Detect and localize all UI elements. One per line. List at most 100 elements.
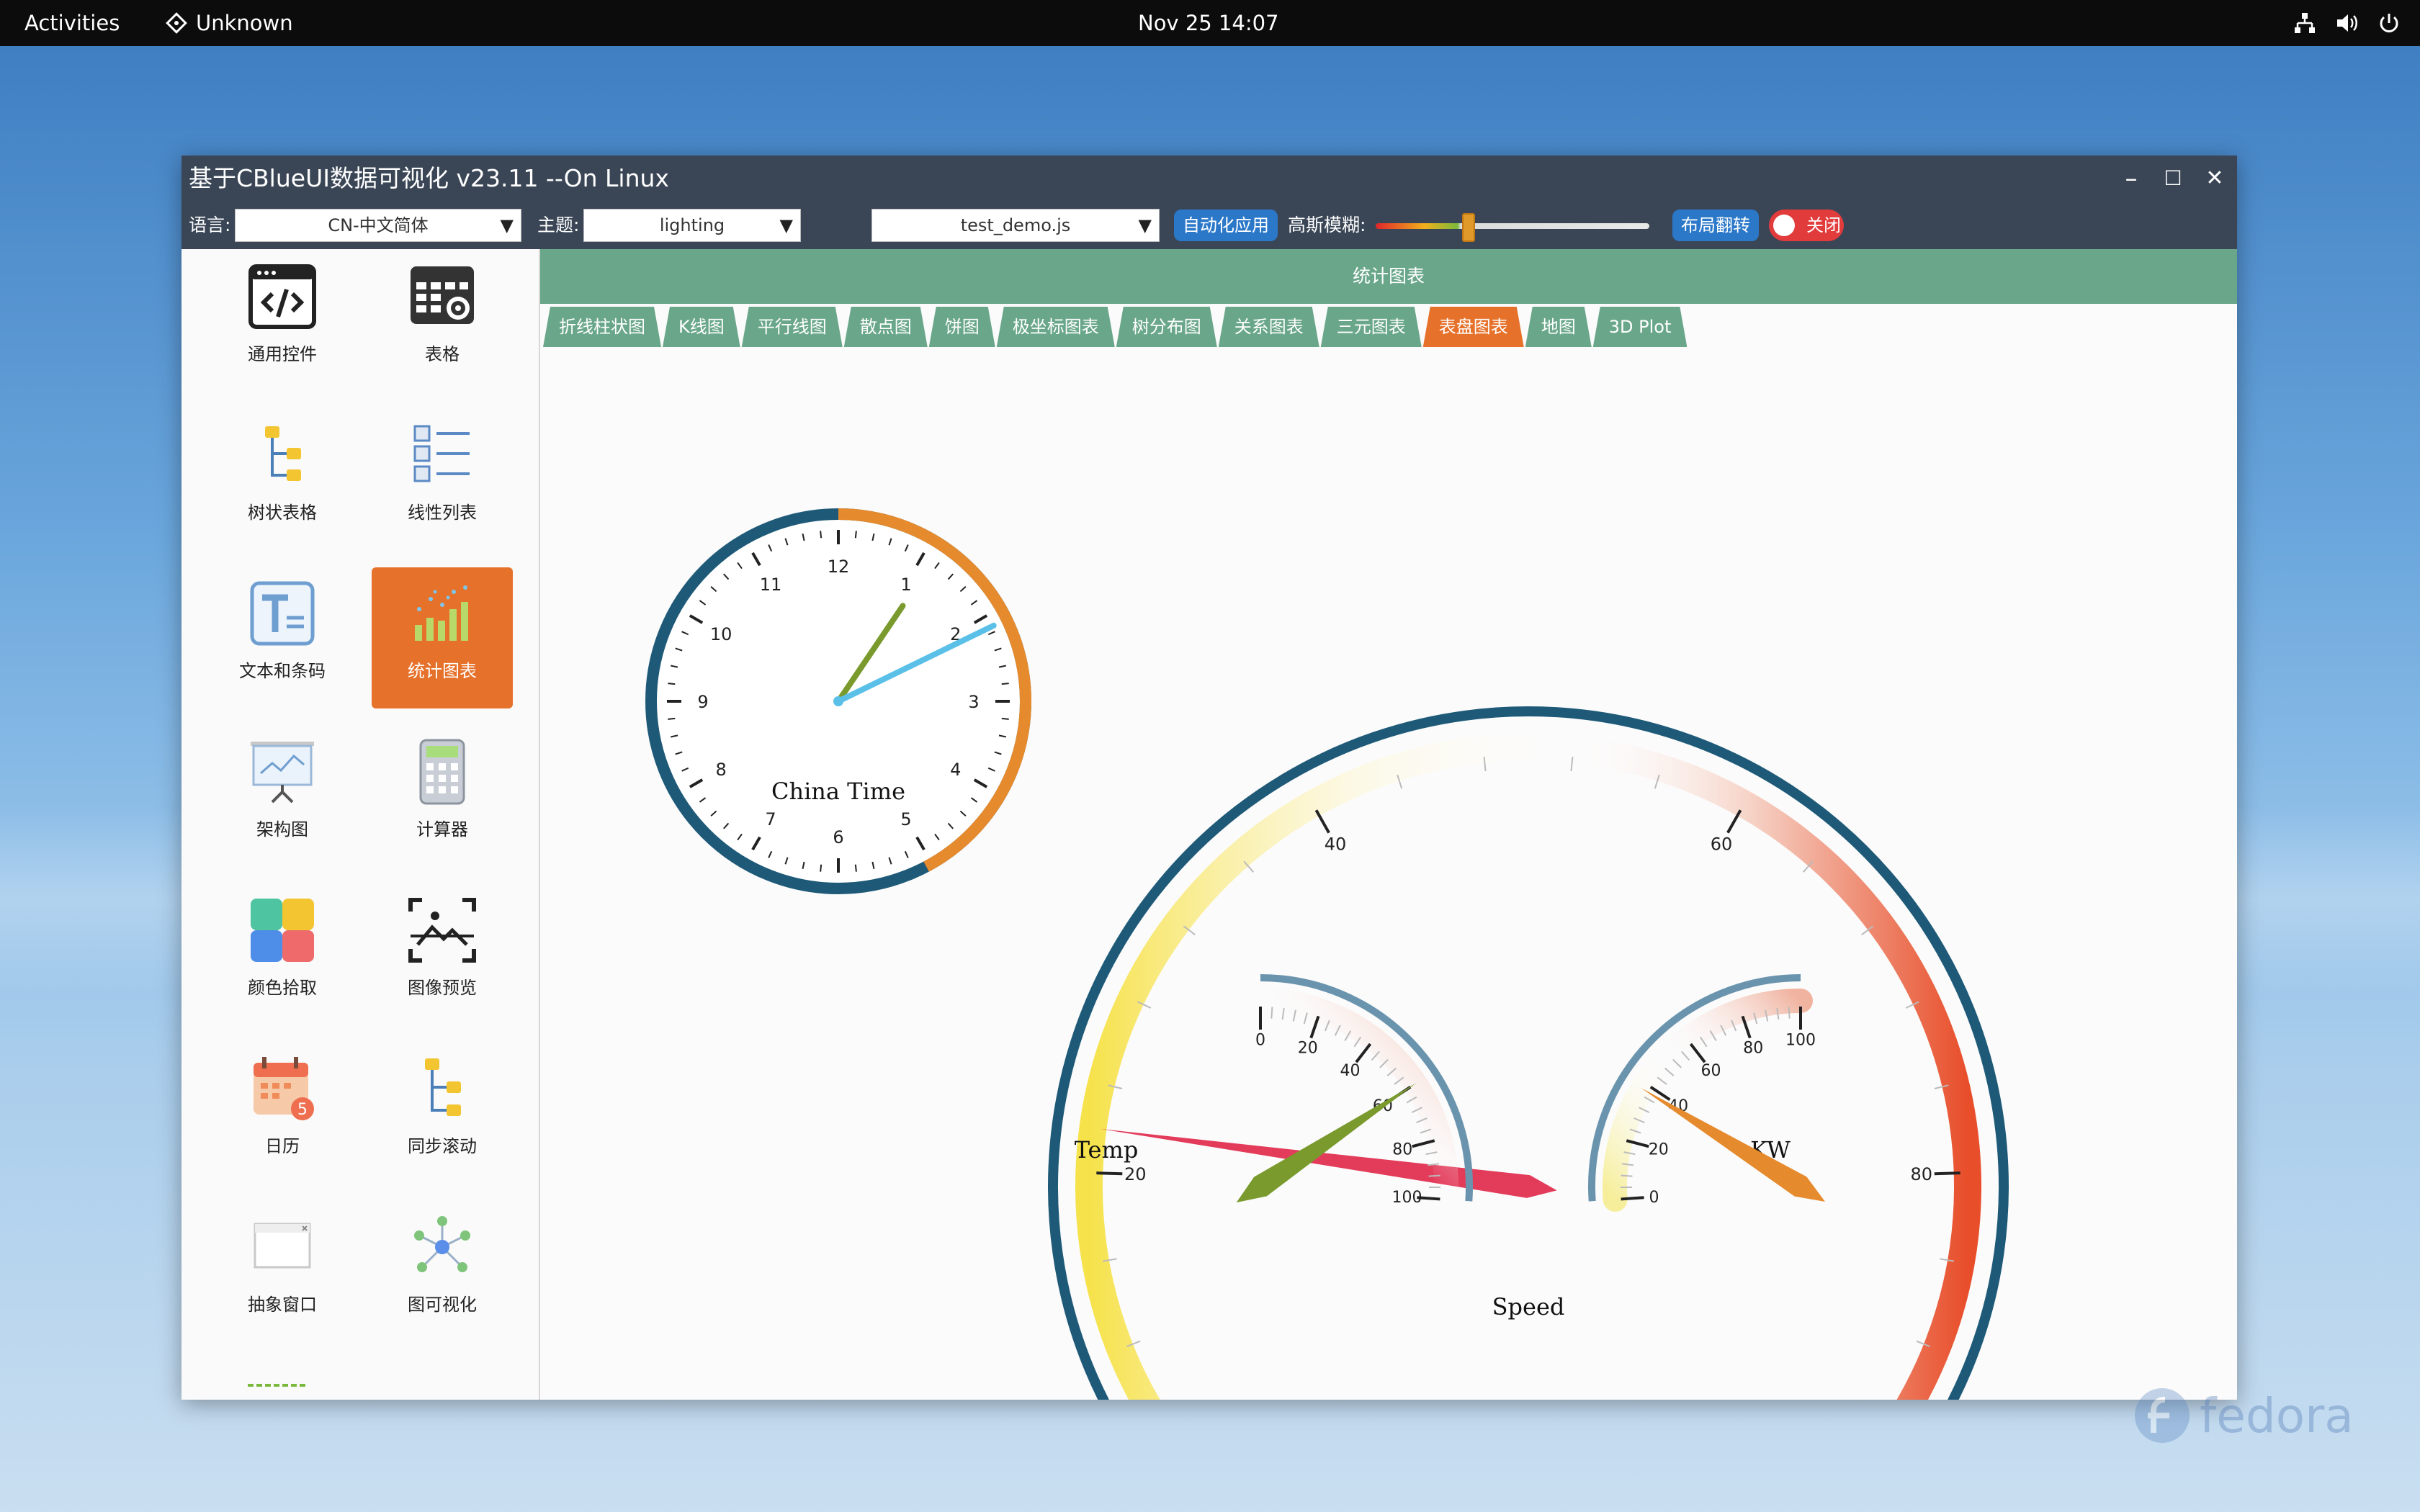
app-menu[interactable]: Unknown xyxy=(166,0,293,46)
sidebar-item-tree-table[interactable]: 树状表格 xyxy=(212,409,353,550)
sidebar-item-linear-list[interactable]: 线性列表 xyxy=(372,409,513,550)
calculator-icon xyxy=(419,739,465,805)
sidebar-item-label: 树状表格 xyxy=(248,503,317,523)
tab-3d-plot[interactable]: 3D Plot xyxy=(1593,307,1688,347)
language-select[interactable]: CN-中文简体 ▼ xyxy=(235,209,521,242)
tree-table-icon xyxy=(265,426,301,481)
clock-number: 8 xyxy=(716,760,727,780)
kw-tick-label: 100 xyxy=(1785,1032,1816,1050)
bar-chart-icon xyxy=(415,585,468,641)
kw-needle xyxy=(1641,1088,1826,1202)
auto-apply-button[interactable]: 自动化应用 xyxy=(1174,210,1278,241)
table-gear-icon xyxy=(411,266,474,324)
window-titlebar[interactable]: 基于CBlueUI数据可视化 v23.11 --On Linux – ☐ ✕ xyxy=(182,156,2237,202)
app-diamond-icon xyxy=(166,12,187,34)
kw-gauge: 020406080 100KW xyxy=(1588,974,1826,1212)
tab-parallel[interactable]: 平行线图 xyxy=(742,307,843,347)
tab-map[interactable]: 地图 xyxy=(1525,307,1592,347)
activities-button[interactable]: Activities xyxy=(24,0,120,46)
temp-tick-label: 20 xyxy=(1298,1040,1318,1058)
clock-number: 10 xyxy=(710,624,732,644)
kw-tick-label: 20 xyxy=(1649,1141,1669,1159)
theme-select[interactable]: lighting ▼ xyxy=(583,209,801,242)
clock-number: 7 xyxy=(765,809,776,829)
tab-gauge[interactable]: 表盘图表 xyxy=(1423,307,1524,347)
tab-ternary[interactable]: 三元图表 xyxy=(1321,307,1422,347)
system-tray[interactable] xyxy=(2293,0,2400,46)
toggle-label: 关闭 xyxy=(1806,215,1841,235)
dropdown-arrow-icon: ▼ xyxy=(1138,215,1152,235)
sidebar-next-item-partial xyxy=(248,1384,305,1400)
tab-relation[interactable]: 关系图表 xyxy=(1219,307,1319,347)
minimize-button[interactable]: – xyxy=(2110,156,2152,202)
watermark-text: fedora xyxy=(2200,1387,2354,1444)
sidebar-item-color-picker[interactable]: 颜色拾取 xyxy=(212,884,353,1025)
temp-needle xyxy=(1236,1083,1417,1203)
language-value: CN-中文简体 xyxy=(328,215,429,235)
script-select[interactable]: test_demo.js ▼ xyxy=(871,209,1160,242)
network-icon xyxy=(2295,13,2315,33)
temp-tick-label: 100 xyxy=(1392,1189,1422,1207)
blur-slider-handle[interactable] xyxy=(1462,213,1475,242)
list-icon xyxy=(413,425,470,482)
sidebar-item-label: 表格 xyxy=(425,344,460,364)
speed-gauge: 0 20 40 60 80 100 Speed xyxy=(1048,706,2009,1400)
sidebar-item-common-controls[interactable]: 通用控件 xyxy=(212,251,353,392)
theme-value: lighting xyxy=(659,215,725,235)
script-value: test_demo.js xyxy=(960,215,1071,235)
kw-tick-label: 0 xyxy=(1649,1189,1659,1207)
kw-tick xyxy=(1621,1196,1644,1201)
app-name: Unknown xyxy=(196,11,293,35)
main-content: 统计图表 折线柱状图 K线图 平行线图 散点图 饼图 极坐标图表 树分布图 关系… xyxy=(540,249,2237,1400)
blur-slider-track[interactable] xyxy=(1376,223,1649,229)
sidebar-item-table[interactable]: 表格 xyxy=(372,251,513,392)
sidebar-item-architecture[interactable]: 架构图 xyxy=(212,726,353,867)
tab-scatter[interactable]: 散点图 xyxy=(844,307,928,347)
fedora-watermark: fedora xyxy=(2132,1385,2354,1446)
sidebar-item-calendar[interactable]: 5 日历 xyxy=(212,1043,353,1184)
sidebar-item-statistics-charts[interactable]: 统计图表 xyxy=(372,567,513,708)
speed-tick xyxy=(1934,1171,1960,1176)
maximize-button[interactable]: ☐ xyxy=(2152,156,2194,202)
sidebar-item-label: 同步滚动 xyxy=(408,1136,477,1156)
close-button[interactable]: ✕ xyxy=(2194,156,2236,202)
tab-kline[interactable]: K线图 xyxy=(663,307,740,347)
tab-line-bar[interactable]: 折线柱状图 xyxy=(543,307,661,347)
flip-layout-button[interactable]: 布局翻转 xyxy=(1672,210,1759,241)
blur-label: 高斯模糊: xyxy=(1288,215,1366,235)
temp-tick-label: 40 xyxy=(1340,1062,1360,1080)
toolbar: 语言: CN-中文简体 ▼ 主题: lighting ▼ test_demo.j… xyxy=(182,202,2237,249)
toggle-switch[interactable]: 关闭 xyxy=(1769,210,1844,241)
sidebar-item-label: 图可视化 xyxy=(408,1295,477,1315)
clock-tick xyxy=(820,864,823,872)
sidebar-item-sync-scroll[interactable]: 同步滚动 xyxy=(372,1043,513,1184)
sidebar-item-graph-visualization[interactable]: 图可视化 xyxy=(372,1201,513,1342)
clock-number: 11 xyxy=(760,575,782,595)
sidebar-item-label: 统计图表 xyxy=(408,661,477,681)
temp-label: Temp xyxy=(1075,1136,1139,1164)
tab-tree-distribution[interactable]: 树分布图 xyxy=(1116,307,1217,347)
clock-number: 5 xyxy=(900,809,911,829)
sidebar-item-text-barcode[interactable]: 文本和条码 xyxy=(212,567,353,708)
clock[interactable]: Nov 25 14:07 xyxy=(1138,0,1279,46)
language-label: 语言: xyxy=(189,215,231,235)
sidebar: 通用控件 表格 树状表格 线性列表 文本和条码 统计图表 架构图 计算器 颜色拾… xyxy=(182,249,540,1400)
temp-tick-label: 80 xyxy=(1392,1141,1412,1159)
color-palette-icon xyxy=(251,899,314,962)
clock-number: 6 xyxy=(833,827,843,847)
sidebar-item-label: 架构图 xyxy=(256,819,308,840)
sidebar-item-label: 日历 xyxy=(265,1136,300,1156)
graph-icon xyxy=(414,1216,470,1272)
sidebar-item-label: 计算器 xyxy=(416,819,468,840)
tab-polar[interactable]: 极坐标图表 xyxy=(997,307,1115,347)
sidebar-item-abstract-window[interactable]: 抽象窗口 xyxy=(212,1201,353,1342)
sidebar-item-label: 抽象窗口 xyxy=(248,1295,317,1315)
sidebar-item-calculator[interactable]: 计算器 xyxy=(372,726,513,867)
tab-pie[interactable]: 饼图 xyxy=(929,307,995,347)
volume-icon xyxy=(2337,14,2357,32)
clock-number: 12 xyxy=(828,557,850,577)
speed-tick xyxy=(1096,1171,1123,1176)
sync-scroll-icon xyxy=(425,1058,461,1116)
image-preview-icon xyxy=(408,898,476,963)
sidebar-item-image-preview[interactable]: 图像预览 xyxy=(372,884,513,1025)
